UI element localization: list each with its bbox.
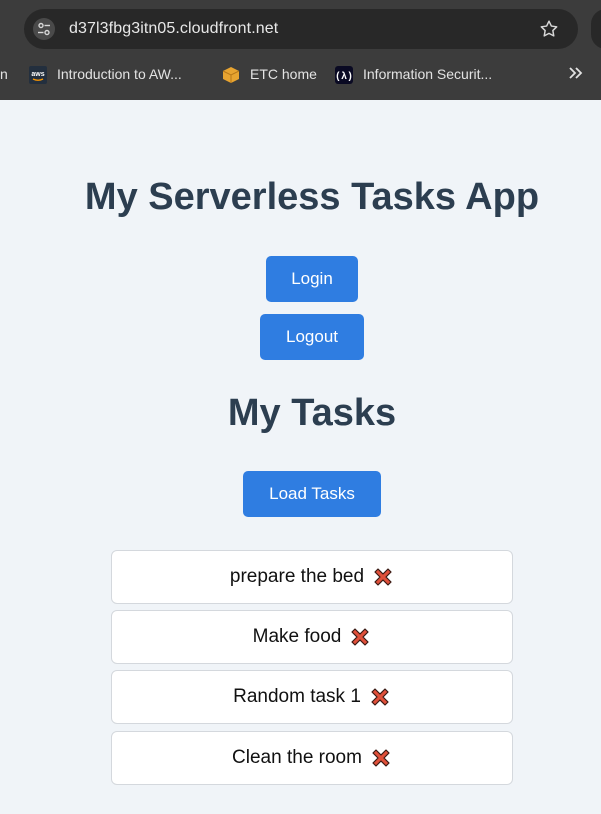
tasks-heading: My Tasks <box>227 392 397 434</box>
bookmark-info-security[interactable]: (λ) Information Securit... <box>335 65 515 85</box>
app-page: My Serverless Tasks App Login Logout My … <box>0 100 601 814</box>
address-bar[interactable]: d37l3fbg3itn05.cloudfront.net <box>24 9 578 49</box>
delete-task-icon[interactable] <box>370 747 392 769</box>
page-title: My Serverless Tasks App <box>84 176 540 218</box>
task-text: Random task 1 <box>233 686 361 707</box>
bookmark-label: Introduction to AW... <box>57 66 182 82</box>
profile-button[interactable] <box>591 9 601 49</box>
box-icon <box>222 66 240 84</box>
bookmark-label: n <box>0 66 8 82</box>
url-text[interactable]: d37l3fbg3itn05.cloudfront.net <box>69 20 278 38</box>
task-item: prepare the bed <box>111 550 513 604</box>
delete-task-icon[interactable] <box>369 686 391 708</box>
site-settings-icon[interactable] <box>33 18 55 40</box>
svg-text:aws: aws <box>31 71 44 78</box>
bookmark-etc-home[interactable]: ETC home <box>222 65 322 85</box>
task-text: Make food <box>252 626 342 647</box>
bookmark-label: ETC home <box>250 66 317 82</box>
code-icon: (λ) <box>335 66 353 84</box>
task-text: prepare the bed <box>229 566 365 587</box>
task-text: Clean the room <box>232 747 362 768</box>
logout-button[interactable]: Logout <box>260 314 364 360</box>
load-tasks-button[interactable]: Load Tasks <box>243 471 381 517</box>
task-item: Clean the room <box>111 731 513 785</box>
delete-task-icon[interactable] <box>349 626 371 648</box>
browser-chrome: d37l3fbg3itn05.cloudfront.net n aws Intr… <box>0 0 601 100</box>
bookmarks-overflow-icon[interactable] <box>568 63 584 83</box>
aws-logo-icon: aws <box>29 66 47 84</box>
bookmark-aws-intro[interactable]: aws Introduction to AW... <box>29 65 209 85</box>
bookmarks-bar: n aws Introduction to AW... ETC home (λ)… <box>0 60 601 90</box>
task-item: Make food <box>111 610 513 664</box>
login-button[interactable]: Login <box>266 256 358 302</box>
bookmark-star-icon[interactable] <box>538 18 560 40</box>
bookmark-label: Information Securit... <box>363 66 493 82</box>
delete-task-icon[interactable] <box>372 566 394 588</box>
svg-text:(λ): (λ) <box>335 71 353 83</box>
task-item: Random task 1 <box>111 670 513 724</box>
